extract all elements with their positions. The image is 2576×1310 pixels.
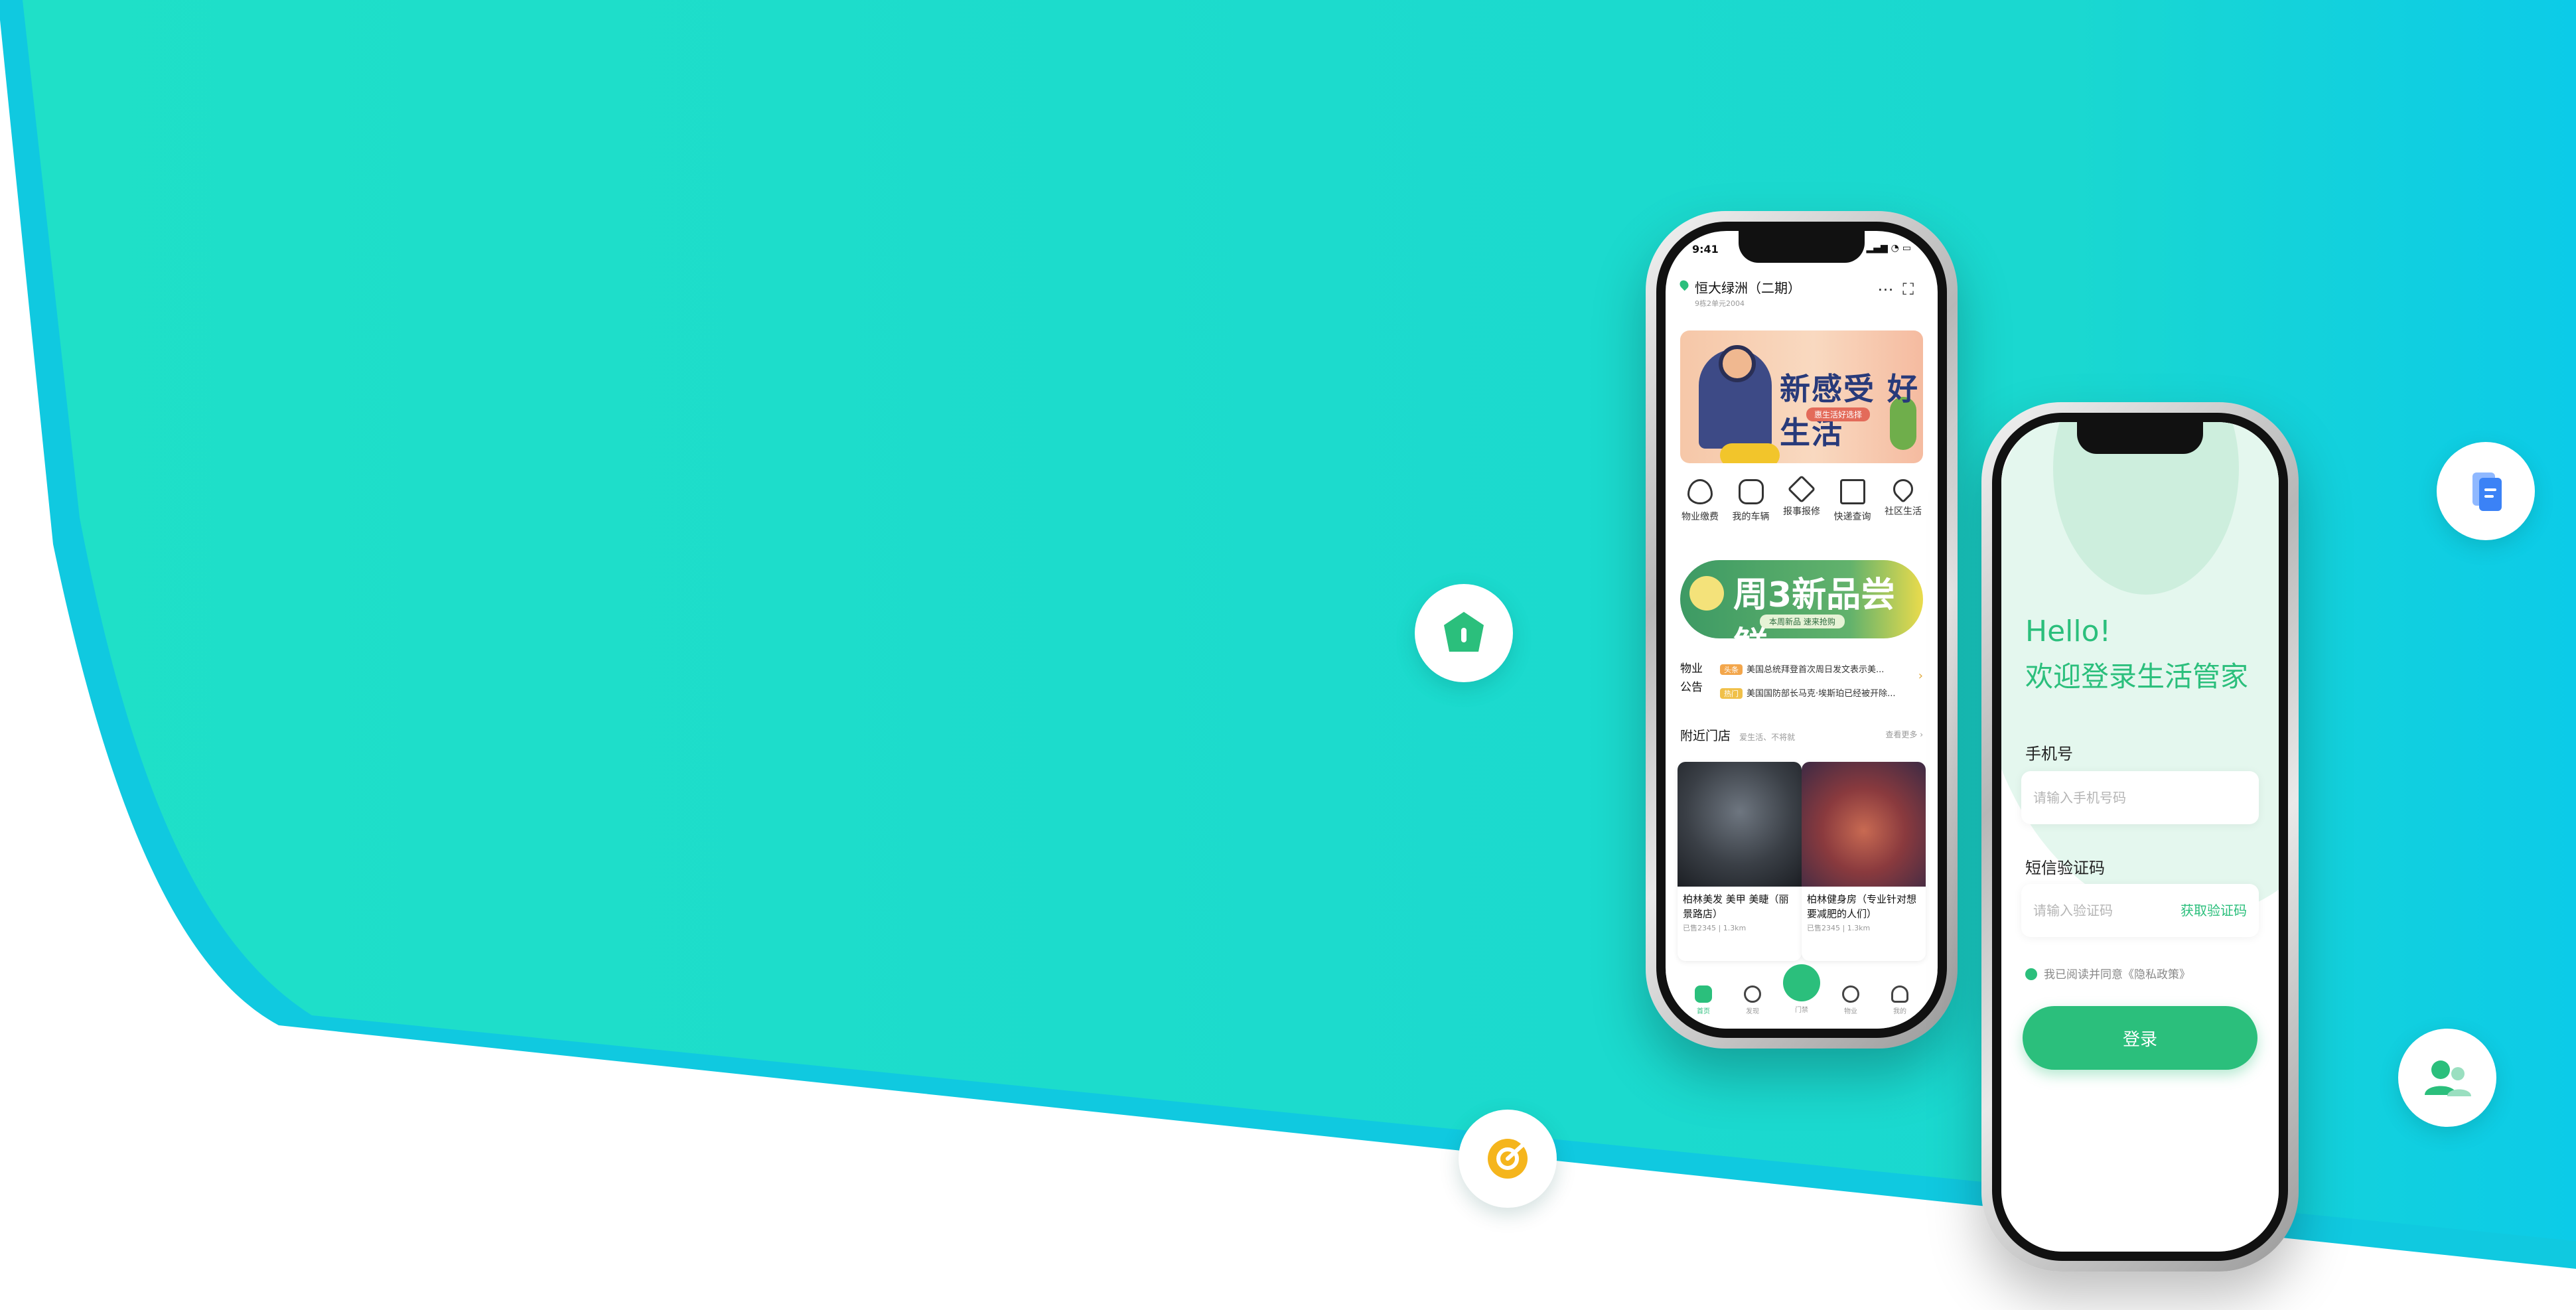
- login-phone-mockup: Hello! 欢迎登录生活管家 手机号 短信验证码 获取验证码 我已阅读并同意《…: [1981, 402, 2299, 1272]
- tab-discover[interactable]: 发现: [1733, 985, 1772, 1015]
- privacy-agreement[interactable]: 我已阅读并同意《隐私政策》: [2025, 965, 2190, 982]
- service-menu: 物业缴费 我的车辆 报事报修 快递查询 社区生活: [1675, 474, 1928, 546]
- tab-label: 我的: [1893, 1007, 1906, 1015]
- users-icon: [2425, 1060, 2471, 1096]
- tab-mine[interactable]: 我的: [1880, 985, 1920, 1015]
- notice-item[interactable]: 热门 美国国防部长马克·埃斯珀已经被开除...: [1720, 686, 1903, 699]
- menu-item-community[interactable]: 社区生活: [1878, 474, 1928, 546]
- notice-tag: 热门: [1720, 688, 1743, 699]
- menu-item-express[interactable]: 快递查询: [1827, 479, 1878, 546]
- smile-icon: [1842, 985, 1859, 1003]
- home-icon: [1695, 985, 1712, 1003]
- promo-banner-weekly[interactable]: 周3新品尝鲜 本周新品 速来抢购: [1680, 560, 1923, 638]
- notice-item[interactable]: 头条 美国总统拜登首次周日发文表示美...: [1720, 662, 1903, 675]
- store-meta: 已售2345 | 1.3km: [1683, 924, 1747, 932]
- tab-label: 首页: [1697, 1007, 1710, 1015]
- compass-icon: [1744, 985, 1761, 1003]
- message-icon[interactable]: ⋯: [1877, 280, 1902, 299]
- checkbox-checked-icon[interactable]: [2025, 968, 2037, 980]
- tab-home[interactable]: 首页: [1683, 985, 1723, 1015]
- users-badge: [2398, 1029, 2496, 1127]
- phone-label: 手机号: [2025, 745, 2073, 763]
- code-label: 短信验证码: [2025, 859, 2105, 877]
- tab-door-access[interactable]: 门禁: [1782, 964, 1822, 1014]
- notice-text: 美国国防部长马克·埃斯珀已经被开除...: [1747, 689, 1896, 699]
- compass-badge: [1459, 1110, 1557, 1208]
- login-welcome-title: 欢迎登录生活管家: [2025, 660, 2249, 693]
- menu-item-property-fee[interactable]: 物业缴费: [1675, 479, 1725, 546]
- water-drop-icon: [1687, 479, 1713, 504]
- banner-fruit-illustration: [1720, 443, 1780, 463]
- notice-board[interactable]: 物业 公告 头条 美国总统拜登首次周日发文表示美... 热门 美国国防部长马克·埃斯…: [1680, 654, 1923, 714]
- status-time: 9:41: [1692, 243, 1719, 255]
- home-phone-mockup: 9:41 ▂▄▆ ◔ ▭ 恒大绿洲（二期） 9栋2单元2004 ⋯⛶ 新感受 好…: [1646, 211, 1958, 1049]
- notice-tag: 头条: [1720, 664, 1743, 675]
- agree-text: 我已阅读并同意《隐私政策》: [2044, 968, 2190, 982]
- phone-field: [2021, 771, 2259, 824]
- scan-icon[interactable]: ⛶: [1902, 280, 1923, 299]
- menu-item-label: 物业缴费: [1682, 512, 1719, 522]
- user-icon: [1891, 985, 1908, 1003]
- menu-item-repair[interactable]: 报事报修: [1776, 474, 1827, 546]
- login-screen: Hello! 欢迎登录生活管家 手机号 短信验证码 获取验证码 我已阅读并同意《…: [2001, 422, 2279, 1252]
- shield-badge: [1415, 584, 1513, 682]
- document-badge: [2437, 442, 2535, 540]
- car-icon: [1738, 479, 1764, 504]
- tab-label: 门禁: [1795, 1006, 1808, 1014]
- nearby-title: 附近门店: [1680, 729, 1731, 743]
- banner-sub: 本周新品 速来抢购: [1760, 615, 1845, 628]
- login-button[interactable]: 登录: [2023, 1006, 2257, 1070]
- box-icon: [1839, 479, 1865, 504]
- code-field: 获取验证码: [2021, 884, 2259, 937]
- menu-item-label: 我的车辆: [1732, 512, 1770, 522]
- home-screen: 9:41 ▂▄▆ ◔ ▭ 恒大绿洲（二期） 9栋2单元2004 ⋯⛶ 新感受 好…: [1666, 231, 1938, 1029]
- store-image: [1802, 762, 1926, 887]
- menu-item-my-car[interactable]: 我的车辆: [1726, 479, 1776, 546]
- phone-input[interactable]: [2021, 771, 2259, 824]
- store-title: 柏林美发 美甲 美睫（丽景路店）: [1683, 893, 1789, 920]
- heart-icon: [1889, 474, 1918, 504]
- menu-item-label: 报事报修: [1783, 506, 1820, 517]
- nearby-stores-header: 附近门店 爱生活、不将就 查看更多 ›: [1680, 726, 1923, 746]
- banner-tag: 惠生活好选择: [1806, 407, 1871, 421]
- store-meta: 已售2345 | 1.3km: [1807, 924, 1871, 932]
- tab-label: 物业: [1844, 1007, 1857, 1015]
- login-hello: Hello!: [2025, 615, 2111, 648]
- login-background: [2001, 422, 2279, 1252]
- chevron-right-icon[interactable]: ›: [1918, 669, 1923, 683]
- store-title: 柏林健身房（专业针对想要减肥的人们）: [1807, 893, 1917, 920]
- wrench-icon: [1787, 474, 1816, 504]
- tab-label: 发现: [1746, 1007, 1759, 1015]
- nearby-sub: 爱生活、不将就: [1739, 733, 1796, 742]
- store-cards: 柏林美发 美甲 美睫（丽景路店） 已售2345 | 1.3km 柏林健身房（专业…: [1678, 762, 1926, 961]
- phone-notch: [1739, 231, 1865, 263]
- view-more-link[interactable]: 查看更多 ›: [1885, 729, 1923, 740]
- bottom-tab-bar: 首页 发现 门禁 物业 我的: [1666, 964, 1938, 1029]
- notice-label: 物业 公告: [1680, 662, 1703, 694]
- banner-figure-head: [1719, 345, 1756, 382]
- header-actions: ⋯⛶: [1877, 280, 1923, 299]
- location-sub: 9栋2单元2004: [1695, 299, 1745, 308]
- home-header: 恒大绿洲（二期） 9栋2单元2004 ⋯⛶: [1678, 277, 1923, 317]
- compass-icon: [1488, 1139, 1528, 1179]
- signal-wifi-battery-icon: ▂▄▆ ◔ ▭: [1866, 243, 1912, 254]
- promo-banner-top[interactable]: 新感受 好生活 惠生活好选择: [1680, 330, 1923, 463]
- store-image: [1678, 762, 1802, 887]
- document-icon: [2472, 473, 2502, 511]
- banner-badge-icon: [1689, 576, 1724, 611]
- shield-icon: [1444, 612, 1484, 652]
- get-code-button[interactable]: 获取验证码: [2181, 900, 2247, 919]
- door-icon: [1783, 964, 1820, 1001]
- store-card[interactable]: 柏林健身房（专业针对想要减肥的人们） 已售2345 | 1.3km: [1802, 762, 1926, 961]
- phone-notch: [2077, 422, 2203, 454]
- menu-item-label: 社区生活: [1885, 506, 1922, 517]
- tab-property[interactable]: 物业: [1831, 985, 1871, 1015]
- store-card[interactable]: 柏林美发 美甲 美睫（丽景路店） 已售2345 | 1.3km: [1678, 762, 1802, 961]
- menu-item-label: 快递查询: [1833, 512, 1871, 522]
- notice-text: 美国总统拜登首次周日发文表示美...: [1747, 665, 1885, 675]
